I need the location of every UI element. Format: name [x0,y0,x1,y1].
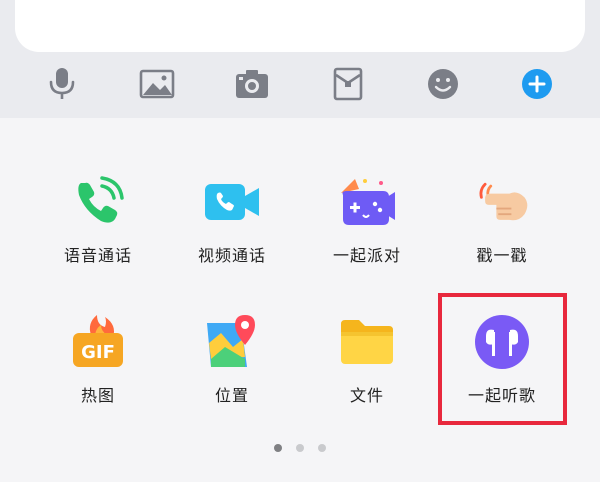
plus-icon[interactable] [515,62,559,106]
page-dot[interactable] [296,444,304,452]
emoji-icon[interactable] [421,62,465,106]
input-panel [0,0,600,118]
video-call-icon [202,172,262,232]
voice-call-icon [68,172,128,232]
microphone-icon[interactable] [40,62,84,106]
location-label: 位置 [214,386,249,405]
image-icon[interactable] [135,62,179,106]
poke-icon [472,172,532,232]
party-label: 一起派对 [332,246,401,265]
poke-label: 戳一戳 [476,246,528,265]
hot-gif-label: 热图 [80,386,115,405]
video-call-item[interactable]: 视频通话 [172,160,292,280]
voice-call-item[interactable]: 语音通话 [38,160,158,280]
folder-item[interactable]: 文件 [307,300,427,420]
folder-label: 文件 [349,386,384,405]
svg-text:GIF: GIF [81,342,115,363]
page-indicator [0,444,600,454]
party-item[interactable]: 一起派对 [307,160,427,280]
folder-icon [337,312,397,372]
hot-gif-item[interactable]: GIF 热图 [38,300,158,420]
page-dot[interactable] [274,444,282,452]
page-dot[interactable] [318,444,326,452]
location-item[interactable]: 位置 [172,300,292,420]
location-icon [202,312,262,372]
red-packet-icon[interactable] [326,62,370,106]
video-call-label: 视频通话 [197,246,266,265]
camera-icon[interactable] [230,62,274,106]
input-toolbar [0,62,600,106]
poke-item[interactable]: 戳一戳 [442,160,562,280]
voice-call-label: 语音通话 [63,246,132,265]
message-input[interactable] [15,0,585,52]
hot-gif-icon: GIF [68,312,128,372]
party-icon [337,172,397,232]
highlight-box [438,293,567,425]
